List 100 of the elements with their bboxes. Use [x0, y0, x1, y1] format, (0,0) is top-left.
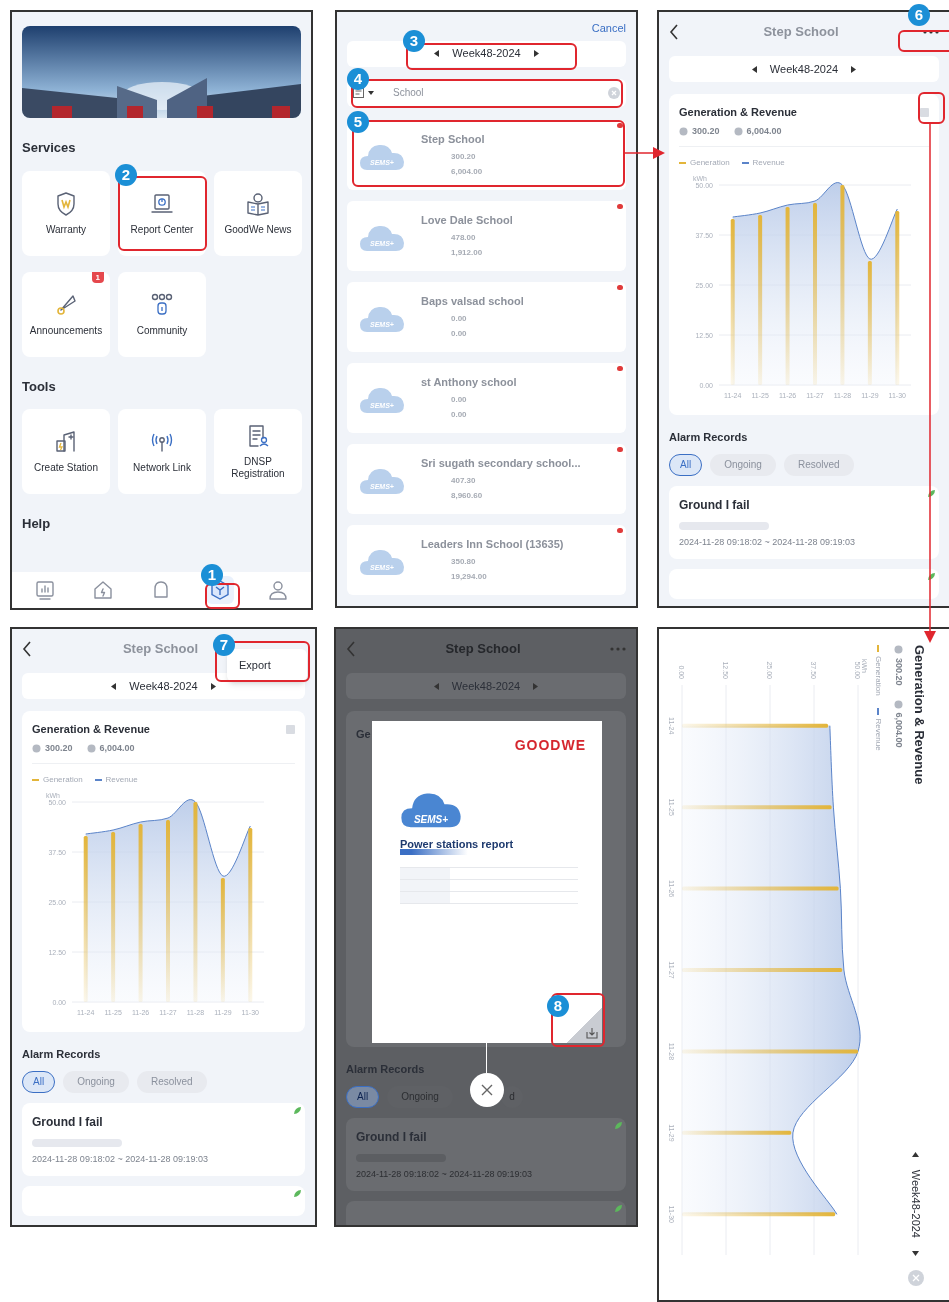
cancel-button[interactable]: Cancel: [591, 20, 626, 37]
filter-chip[interactable]: All: [22, 1070, 56, 1093]
next-icon[interactable]: [209, 682, 216, 690]
total-value: 6,004.00: [893, 712, 906, 748]
close-icon[interactable]: [481, 1084, 493, 1096]
alarm-title: Ground I fail: [356, 1128, 427, 1146]
section-title: Alarm Records: [22, 1047, 101, 1062]
alarm-card[interactable]: Ground I fail 2024-11-28 09:18:02 ~ 2024-11-28 09:19:03: [669, 485, 939, 559]
service-tile[interactable]: DNSP Registration: [214, 409, 302, 494]
week-label: Week48-2024: [451, 678, 521, 694]
station-revenue: 1,912.00: [450, 246, 483, 259]
legend-item: Generation: [872, 645, 884, 696]
coin-icon: [86, 743, 96, 753]
brand-logo: GOODWE: [514, 736, 586, 755]
step-number: 6: [908, 4, 930, 26]
alarm-title: Ground I fail: [32, 1113, 103, 1131]
newspaper-icon: [245, 190, 271, 217]
station-generation: 407.30: [450, 474, 476, 487]
station-revenue: 8,960.60: [450, 489, 483, 502]
menu-item[interactable]: Export: [227, 655, 307, 676]
alarm-card[interactable]: Ground I fail 2024-11-28 09:18:02 ~ 2024-11-28 09:19:03: [346, 1117, 626, 1191]
filter-chip[interactable]: Resolved: [136, 1070, 207, 1093]
section-title: Tools: [22, 377, 56, 396]
card-title: Generation & Revenue: [32, 722, 150, 737]
legend-item: Revenue: [741, 157, 785, 169]
week-label: Week48-2024: [129, 678, 198, 694]
total-value: 6,004.00: [99, 741, 135, 755]
station-generation: 0.00: [450, 393, 467, 406]
total-value: 300.20: [893, 658, 906, 686]
filter-chip[interactable]: All: [669, 453, 703, 476]
alarm-time: 2024-11-28 09:18:02 ~ 2024-11-28 09:19:03: [679, 535, 856, 549]
section-title: Alarm Records: [669, 430, 748, 445]
station-name: Love Dale School: [421, 213, 513, 229]
station-name: st Anthony school: [421, 375, 517, 391]
legend-item: Revenue: [872, 707, 884, 751]
leaf-icon: [294, 1106, 301, 1114]
alarm-time: 2024-11-28 09:18:02 ~ 2024-11-28 09:19:03: [32, 1152, 209, 1166]
coin-icon: [894, 645, 904, 654]
leaf-icon: [928, 573, 935, 580]
week-selector[interactable]: Week48-2024: [669, 56, 939, 82]
service-tile[interactable]: Network Link: [118, 409, 206, 494]
card-title: Generation & Revenue: [679, 105, 797, 120]
filter-chip[interactable]: Ongoing: [710, 453, 776, 476]
close-button[interactable]: [470, 1073, 504, 1107]
filter-icon[interactable]: [353, 87, 375, 98]
service-tile[interactable]: Community: [118, 271, 206, 357]
previous-icon[interactable]: [111, 682, 118, 690]
filter-chip[interactable]: Ongoing: [63, 1070, 129, 1093]
screen-title: Step School: [122, 640, 199, 659]
card-title: Generation & Revenue: [911, 645, 928, 785]
station-generation: 300.20: [450, 150, 476, 163]
more-icon[interactable]: [923, 30, 939, 34]
station-name: Baps valsad school: [421, 294, 524, 310]
station-revenue: 19,294.00: [450, 570, 487, 583]
previous-icon[interactable]: [434, 50, 441, 57]
legend-item: Generation: [679, 157, 730, 169]
alarm-title: Ground I fail: [679, 496, 750, 514]
station-generation: 0.00: [450, 312, 467, 325]
alarm-time: 2024-11-28 09:18:02 ~ 2024-11-28 09:19:03: [356, 1167, 533, 1181]
station-name: Step School: [421, 132, 485, 148]
service-tile[interactable]: Create Station: [22, 409, 110, 494]
next-icon[interactable]: [532, 50, 539, 57]
legend-item: Revenue: [94, 774, 138, 786]
notification-badge: 1: [91, 271, 104, 283]
next-icon[interactable]: [912, 1250, 920, 1256]
section-title: Help: [22, 515, 51, 533]
next-icon[interactable]: [850, 65, 857, 73]
back-icon[interactable]: [669, 24, 679, 40]
leaf-icon: [615, 1121, 622, 1129]
chart-icon[interactable]: [34, 579, 57, 601]
coin-icon: [32, 743, 41, 753]
station-name: Sri sugath secondary school...: [421, 456, 581, 472]
home-icon[interactable]: [92, 579, 115, 601]
previous-icon[interactable]: [912, 1151, 920, 1158]
search-input[interactable]: School: [381, 85, 602, 100]
previous-icon[interactable]: [751, 65, 758, 73]
service-tile[interactable]: Warranty: [22, 170, 110, 256]
station-generation: 478.00: [450, 231, 476, 244]
coin-icon: [733, 126, 743, 136]
back-icon[interactable]: [22, 641, 32, 657]
week-label: Week48-2024: [769, 61, 839, 77]
filter-chip[interactable]: Resolved: [783, 453, 854, 476]
alarm-card[interactable]: Ground I fail 2024-11-28 09:18:02 ~ 2024-11-28 09:19:03: [22, 1102, 305, 1176]
service-tile[interactable]: GoodWe News: [214, 170, 302, 256]
filter-chip[interactable]: All: [346, 1085, 380, 1108]
week-label: Week48-2024: [909, 1169, 924, 1238]
station-revenue: 0.00: [450, 327, 467, 340]
card-title: Ge: [356, 728, 371, 740]
user-icon[interactable]: [266, 579, 289, 601]
station-name: Leaders Inn School (13635): [421, 537, 564, 553]
station-revenue: 0.00: [450, 408, 467, 421]
service-tile[interactable]: Announcements 1: [22, 271, 110, 357]
total-value: 300.20: [692, 124, 720, 138]
download-icon[interactable]: [586, 1027, 598, 1039]
highlight-frame: [918, 92, 945, 124]
leaf-icon: [615, 1205, 622, 1212]
leaf-icon: [928, 489, 935, 497]
week-label: Week48-2024: [452, 46, 521, 62]
total-value: 300.20: [45, 741, 73, 755]
screen-title: Step School: [763, 23, 839, 42]
